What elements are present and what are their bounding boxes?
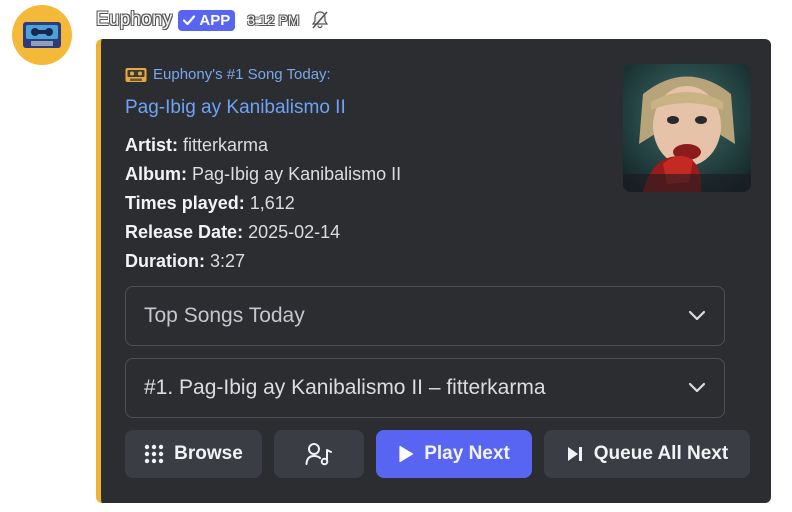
select-value: #1. Pag-Ibig ay Kanibalismo II – fitterk… <box>144 376 546 399</box>
field-value: Pag-Ibig ay Kanibalismo II <box>192 164 402 184</box>
app-badge-label: APP <box>199 11 231 29</box>
action-buttons: Browse Play Next Queue All Next <box>125 430 750 478</box>
queue-all-next-button-label: Queue All Next <box>593 443 729 464</box>
embed-author-label: Euphony's #1 Song Today: <box>153 66 331 83</box>
top-songs-select[interactable]: Top Songs Today <box>125 286 725 346</box>
field-times-played: Times played: 1,612 <box>125 189 401 218</box>
field-label: Times played: <box>125 193 245 213</box>
browse-button-label: Browse <box>174 443 243 464</box>
username[interactable]: Euphony <box>96 9 172 31</box>
field-release-date: Release Date: 2025-02-14 <box>125 218 401 247</box>
field-label: Album: <box>125 164 187 184</box>
cassette-icon <box>125 67 147 82</box>
field-label: Release Date: <box>125 222 244 242</box>
song-embed: Euphony's #1 Song Today: Pag-Ibig ay Kan… <box>96 39 771 503</box>
app-badge: APP <box>178 9 236 31</box>
bot-avatar[interactable] <box>12 5 72 65</box>
skip-next-icon <box>567 447 582 461</box>
verified-check-icon <box>183 15 196 26</box>
grid-dots-icon <box>144 444 164 464</box>
queue-all-next-button[interactable]: Queue All Next <box>544 430 750 478</box>
play-icon <box>399 445 414 463</box>
artist-button[interactable] <box>274 430 364 478</box>
song-title-link[interactable]: Pag-Ibig ay Kanibalismo II <box>125 97 346 119</box>
play-next-button-label: Play Next <box>424 443 510 464</box>
field-value: 2025-02-14 <box>248 222 341 242</box>
field-value: 3:27 <box>210 251 246 271</box>
field-artist: Artist: fitterkarma <box>125 131 401 160</box>
cassette-icon <box>23 22 61 48</box>
play-next-button[interactable]: Play Next <box>376 430 532 478</box>
select-placeholder: Top Songs Today <box>144 304 305 327</box>
field-value: 1,612 <box>249 193 295 213</box>
chevron-down-icon <box>688 382 706 393</box>
song-select[interactable]: #1. Pag-Ibig ay Kanibalismo II – fitterk… <box>125 358 725 418</box>
album-cover-thumbnail[interactable] <box>623 64 751 192</box>
browse-button[interactable]: Browse <box>125 430 262 478</box>
field-album: Album: Pag-Ibig ay Kanibalismo II <box>125 160 401 189</box>
bell-muted-icon <box>309 9 331 31</box>
song-details: Artist: fitterkarma Album: Pag-Ibig ay K… <box>125 131 401 276</box>
field-duration: Duration: 3:27 <box>125 247 401 276</box>
user-music-icon <box>305 443 332 466</box>
field-value: fitterkarma <box>183 135 269 155</box>
field-label: Duration: <box>125 251 205 271</box>
field-label: Artist: <box>125 135 178 155</box>
message-header: Euphony APP 3:12 PM <box>96 7 331 33</box>
embed-author: Euphony's #1 Song Today: <box>125 66 331 83</box>
timestamp[interactable]: 3:12 PM <box>247 12 299 28</box>
chevron-down-icon <box>688 310 706 321</box>
